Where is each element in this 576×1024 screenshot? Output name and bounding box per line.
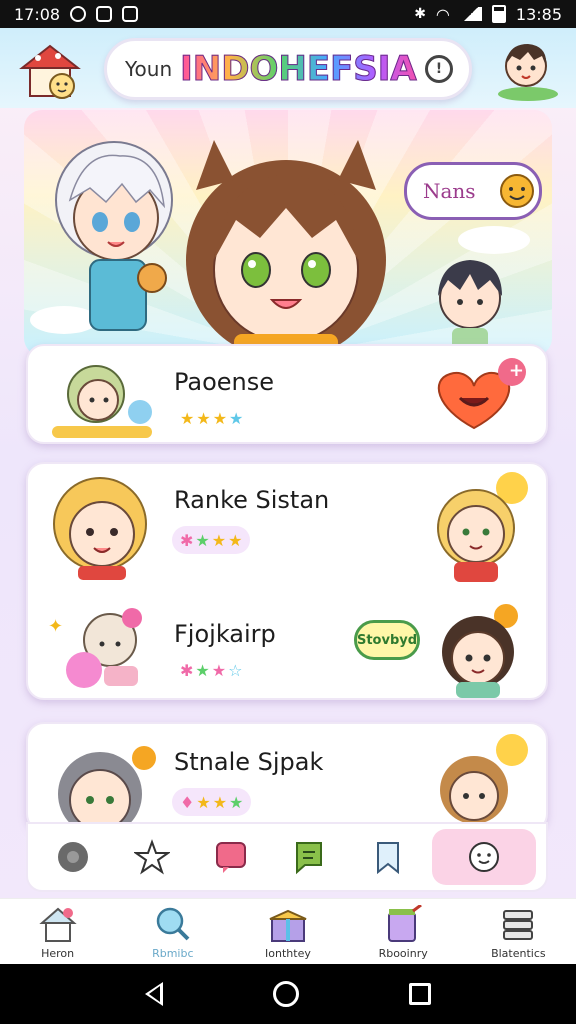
nav-label: Rbooinry — [378, 947, 428, 960]
star-icon: ★ — [195, 530, 210, 550]
hero-banner[interactable]: Nans — [24, 110, 552, 356]
nav-label: Rbmibc — [152, 947, 194, 960]
star-icon: ✱ — [180, 660, 194, 680]
stack-icon — [503, 910, 534, 940]
app-notification-icon — [96, 6, 113, 22]
gallery-notification-icon — [122, 6, 139, 22]
profile-avatar[interactable] — [494, 36, 562, 102]
star-icon: ★ — [196, 792, 211, 812]
nav-item-collection[interactable]: Ionthtey — [238, 905, 338, 960]
search-prefix: Youn — [125, 57, 173, 81]
recent-apps-icon[interactable] — [409, 983, 431, 1005]
sticker-card[interactable]: Ranke Sistan ✱ ★ ★ ★ ✦ Fjojkairp ✱ ★ ★ ☆… — [26, 462, 548, 700]
system-navigation-bar — [0, 964, 576, 1024]
paint-bucket-icon — [388, 905, 423, 942]
back-icon[interactable] — [145, 982, 163, 1006]
list-item[interactable]: Paoense ★ ★ ★ ★ + — [28, 346, 546, 446]
magnifier-icon — [156, 907, 190, 941]
star-icon: ★ — [180, 408, 195, 428]
home-house-icon[interactable] — [18, 42, 82, 100]
sticker-face-tool-button[interactable] — [431, 829, 536, 885]
svg-text:✦: ✦ — [48, 616, 63, 637]
status-time-left: 17:08 — [14, 4, 61, 24]
app-title-logo: INDOHEFSIA — [180, 49, 425, 90]
star-icon: ★ — [195, 660, 210, 680]
bottom-navigation: Heron Rbmibc Ionthtey Rbooinry Blatentic… — [0, 898, 576, 964]
character-sticker — [430, 468, 530, 584]
sticker-title: Ranke Sistan — [174, 486, 330, 514]
speech-bubble: Nans — [404, 162, 542, 220]
wifi-icon: ◠ — [435, 4, 450, 24]
sticker-card[interactable]: Stnale Sjpak ♦ ★ ★ ★ — [26, 722, 548, 832]
gift-box-icon — [269, 909, 307, 942]
nav-item-home[interactable]: Heron — [8, 905, 108, 960]
status-time-right: 13:85 — [515, 4, 562, 24]
list-item[interactable]: ✦ Fjojkairp ✱ ★ ★ ☆ Stovbyd — [28, 584, 546, 702]
star-icon: ★ — [212, 792, 228, 812]
rating-stars: ✱ ★ ★ ★ — [172, 526, 251, 554]
star-icon: ☆ — [228, 660, 243, 680]
camera-icon — [58, 842, 89, 872]
info-icon[interactable]: ! — [425, 55, 453, 83]
smiley-face-icon — [468, 842, 499, 872]
sticker-pack-thumbnail — [44, 734, 160, 830]
star-icon: ★ — [228, 530, 243, 550]
star-icon: ★ — [229, 792, 244, 812]
sticker-pack-thumbnail: ✦ — [44, 600, 160, 690]
star-icon: ✱ — [180, 530, 194, 550]
message-tool-button[interactable] — [274, 829, 344, 885]
home-circle-icon[interactable] — [273, 981, 299, 1007]
bookmark-tool-button[interactable] — [353, 829, 423, 885]
favorite-tool-button[interactable] — [117, 829, 187, 885]
nav-label: Heron — [41, 947, 75, 960]
sticker-card[interactable]: Paoense ★ ★ ★ ★ + — [26, 344, 548, 444]
signal-icon — [459, 7, 482, 21]
nav-item-statistics[interactable]: Blatentics — [468, 905, 568, 960]
sticker-pack-thumbnail — [44, 356, 162, 438]
star-icon: ★ — [211, 530, 227, 550]
camera-tool-button[interactable] — [38, 829, 108, 885]
character-sticker — [430, 728, 530, 828]
sticker-toolbar — [26, 822, 548, 892]
star-icon: ★ — [211, 660, 227, 680]
search-bar[interactable]: Youn INDOHEFSIA ! — [104, 38, 472, 100]
star-icon: ♦ — [180, 792, 195, 812]
add-badge[interactable]: + — [509, 360, 524, 381]
bookmark-icon — [376, 842, 399, 875]
hero-illustration — [30, 140, 530, 356]
speech-bubble-text: Nans — [423, 179, 476, 203]
tag-bubble: Stovbyd — [354, 620, 420, 660]
notification-icon — [70, 6, 87, 22]
star-outline-icon — [133, 839, 170, 875]
nav-label: Ionthtey — [265, 947, 311, 960]
sticker-title: Fjojkairp — [174, 620, 276, 648]
rating-stars: ♦ ★ ★ ★ — [172, 788, 252, 816]
bluetooth-icon: ✱ — [414, 6, 426, 22]
chat-tool-button[interactable] — [196, 829, 266, 885]
nav-label: Blatentics — [491, 947, 546, 960]
message-icon — [296, 842, 323, 875]
chat-bubble-icon — [215, 842, 246, 873]
character-sticker — [434, 602, 530, 698]
emoji-face-icon — [500, 174, 534, 208]
status-bar: 17:08 ✱ ◠ 13:85 — [0, 0, 576, 28]
star-icon: ★ — [229, 408, 244, 428]
list-item[interactable]: Stnale Sjpak ♦ ★ ★ ★ — [28, 724, 546, 834]
sticker-title: Stnale Sjpak — [174, 748, 324, 776]
app-header: Youn INDOHEFSIA ! — [0, 28, 576, 108]
rating-stars: ✱ ★ ★ ☆ — [172, 656, 250, 684]
nav-item-search[interactable]: Rbmibc — [123, 905, 223, 960]
star-icon: ★ — [212, 408, 228, 428]
star-icon: ★ — [196, 408, 211, 428]
nav-item-library[interactable]: Rbooinry — [353, 905, 453, 960]
list-item[interactable]: Ranke Sistan ✱ ★ ★ ★ — [28, 464, 546, 584]
battery-icon — [491, 5, 506, 23]
rating-stars: ★ ★ ★ ★ — [172, 404, 251, 432]
house-icon — [38, 907, 77, 942]
sticker-pack-thumbnail — [44, 472, 160, 582]
sticker-title: Paoense — [174, 368, 275, 396]
